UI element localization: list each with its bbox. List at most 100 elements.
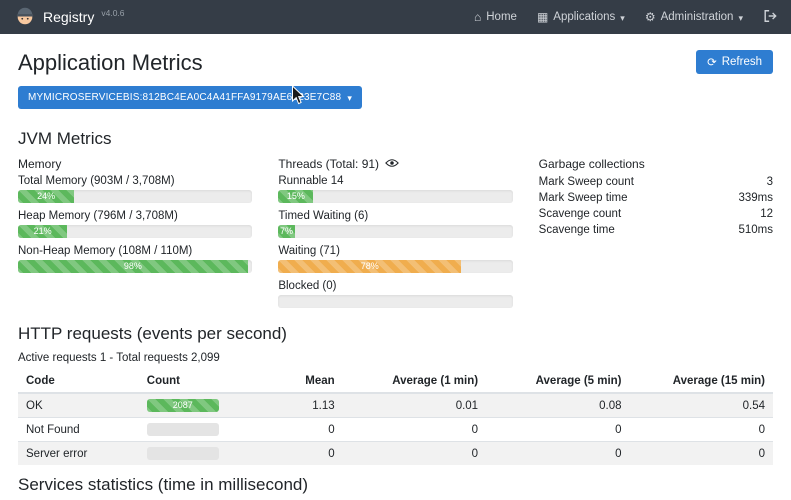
gc-row: Mark Sweep time 339ms <box>539 190 773 206</box>
col-header-avg5: Average (5 min) <box>486 370 629 393</box>
timed-waiting-bar: 7% <box>278 225 294 238</box>
home-icon: ⌂ <box>474 11 481 23</box>
nav-home[interactable]: ⌂ Home <box>474 11 517 23</box>
instance-selector-dropdown[interactable]: MYMICROSERVICEBIS:812BC4EA0C4A41FFA9179A… <box>18 86 362 109</box>
main-content: Application Metrics ⟳ Refresh MYMICROSER… <box>0 34 791 500</box>
caret-down-icon: ▾ <box>738 13 743 24</box>
cell-count: 2087 <box>139 393 252 418</box>
cell-mean: 0 <box>252 418 343 442</box>
jvm-metrics-heading: JVM Metrics <box>18 129 773 149</box>
cell-avg5: 0.08 <box>486 393 629 418</box>
table-row: Not Found 0 0 0 0 <box>18 418 773 442</box>
cell-count <box>139 442 252 466</box>
threads-column: Threads (Total: 91) Runnable 14 15% Time… <box>278 157 512 314</box>
http-requests-summary: Active requests 1 - Total requests 2,099 <box>18 352 773 364</box>
cell-avg1: 0 <box>343 442 486 466</box>
nonheap-memory-label: Non-Heap Memory (108M / 110M) <box>18 244 252 258</box>
cell-avg5: 0 <box>486 442 629 466</box>
caret-down-icon: ▾ <box>620 13 625 24</box>
timed-waiting-label: Timed Waiting (6) <box>278 209 512 223</box>
cell-avg15: 0 <box>630 418 773 442</box>
cell-avg15: 0.54 <box>630 393 773 418</box>
total-memory-label: Total Memory (903M / 3,708M) <box>18 174 252 188</box>
cell-avg1: 0 <box>343 418 486 442</box>
gc-label: Scavenge time <box>539 224 615 236</box>
applications-icon: ▦ <box>537 11 548 23</box>
refresh-button[interactable]: ⟳ Refresh <box>696 50 773 74</box>
cell-code: OK <box>18 393 139 418</box>
gc-row: Mark Sweep count 3 <box>539 174 773 190</box>
table-row: Server error 0 0 0 0 <box>18 442 773 466</box>
cell-mean: 1.13 <box>252 393 343 418</box>
blocked-label: Blocked (0) <box>278 279 512 293</box>
refresh-label: Refresh <box>722 56 762 68</box>
count-progress <box>147 423 219 436</box>
col-header-avg1: Average (1 min) <box>343 370 486 393</box>
nav-applications-label: Applications <box>553 11 615 23</box>
nav-applications[interactable]: ▦ Applications ▾ <box>537 11 625 23</box>
waiting-progress: 78% <box>278 260 512 273</box>
gc-value: 510ms <box>738 224 773 236</box>
nav-administration-label: Administration <box>661 11 734 23</box>
runnable-progress: 15% <box>278 190 512 203</box>
jhipster-logo-icon <box>14 5 36 30</box>
nav-administration[interactable]: ⚙ Administration ▾ <box>645 11 743 23</box>
cell-avg1: 0.01 <box>343 393 486 418</box>
gc-label: Mark Sweep count <box>539 176 634 188</box>
threads-heading: Threads (Total: 91) <box>278 157 379 171</box>
timed-waiting-progress: 7% <box>278 225 512 238</box>
nav-home-label: Home <box>486 11 517 23</box>
services-statistics-heading: Services statistics (time in millisecond… <box>18 475 773 495</box>
eye-icon[interactable] <box>385 157 399 171</box>
cell-count <box>139 418 252 442</box>
table-header-row: Code Count Mean Average (1 min) Average … <box>18 370 773 393</box>
cell-avg15: 0 <box>630 442 773 466</box>
mouse-cursor <box>291 85 306 106</box>
nonheap-memory-bar: 98% <box>18 260 248 273</box>
cell-mean: 0 <box>252 442 343 466</box>
brand-version: v4.0.6 <box>101 8 124 18</box>
caret-down-icon: ▾ <box>347 93 352 104</box>
waiting-bar: 78% <box>278 260 461 273</box>
gc-value: 3 <box>767 176 773 188</box>
nonheap-memory-progress: 98% <box>18 260 252 273</box>
count-bar: 2087 <box>147 399 219 412</box>
memory-heading: Memory <box>18 157 252 171</box>
brand[interactable]: Registry v4.0.6 <box>14 5 125 30</box>
http-requests-table: Code Count Mean Average (1 min) Average … <box>18 370 773 465</box>
blocked-progress <box>278 295 512 308</box>
gc-column: Garbage collections Mark Sweep count 3 M… <box>539 157 773 314</box>
page-title: Application Metrics <box>18 50 203 76</box>
col-header-code: Code <box>18 370 139 393</box>
cell-avg5: 0 <box>486 418 629 442</box>
waiting-label: Waiting (71) <box>278 244 512 258</box>
heap-memory-bar: 21% <box>18 225 67 238</box>
cell-code: Not Found <box>18 418 139 442</box>
heap-memory-label: Heap Memory (796M / 3,708M) <box>18 209 252 223</box>
navbar-menu: ⌂ Home ▦ Applications ▾ ⚙ Administration… <box>474 9 777 26</box>
refresh-icon: ⟳ <box>707 55 717 69</box>
sign-out-icon <box>763 9 777 26</box>
cell-code: Server error <box>18 442 139 466</box>
gc-row: Scavenge count 12 <box>539 206 773 222</box>
runnable-bar: 15% <box>278 190 313 203</box>
gc-label: Scavenge count <box>539 208 621 220</box>
administration-gear-icon: ⚙ <box>645 11 656 23</box>
total-memory-progress: 24% <box>18 190 252 203</box>
table-row: OK 2087 1.13 0.01 0.08 0.54 <box>18 393 773 418</box>
gc-label: Mark Sweep time <box>539 192 628 204</box>
heap-memory-progress: 21% <box>18 225 252 238</box>
col-header-count: Count <box>139 370 252 393</box>
count-progress: 2087 <box>147 399 219 412</box>
logout-button[interactable] <box>763 9 777 26</box>
gc-row: Scavenge time 510ms <box>539 222 773 238</box>
memory-column: Memory Total Memory (903M / 3,708M) 24% … <box>18 157 252 314</box>
gc-value: 339ms <box>738 192 773 204</box>
http-requests-heading: HTTP requests (events per second) <box>18 324 773 344</box>
runnable-label: Runnable 14 <box>278 174 512 188</box>
col-header-mean: Mean <box>252 370 343 393</box>
navbar: Registry v4.0.6 ⌂ Home ▦ Applications ▾ … <box>0 0 791 34</box>
gc-value: 12 <box>760 208 773 220</box>
brand-name: Registry <box>43 9 94 25</box>
gc-heading: Garbage collections <box>539 157 773 171</box>
